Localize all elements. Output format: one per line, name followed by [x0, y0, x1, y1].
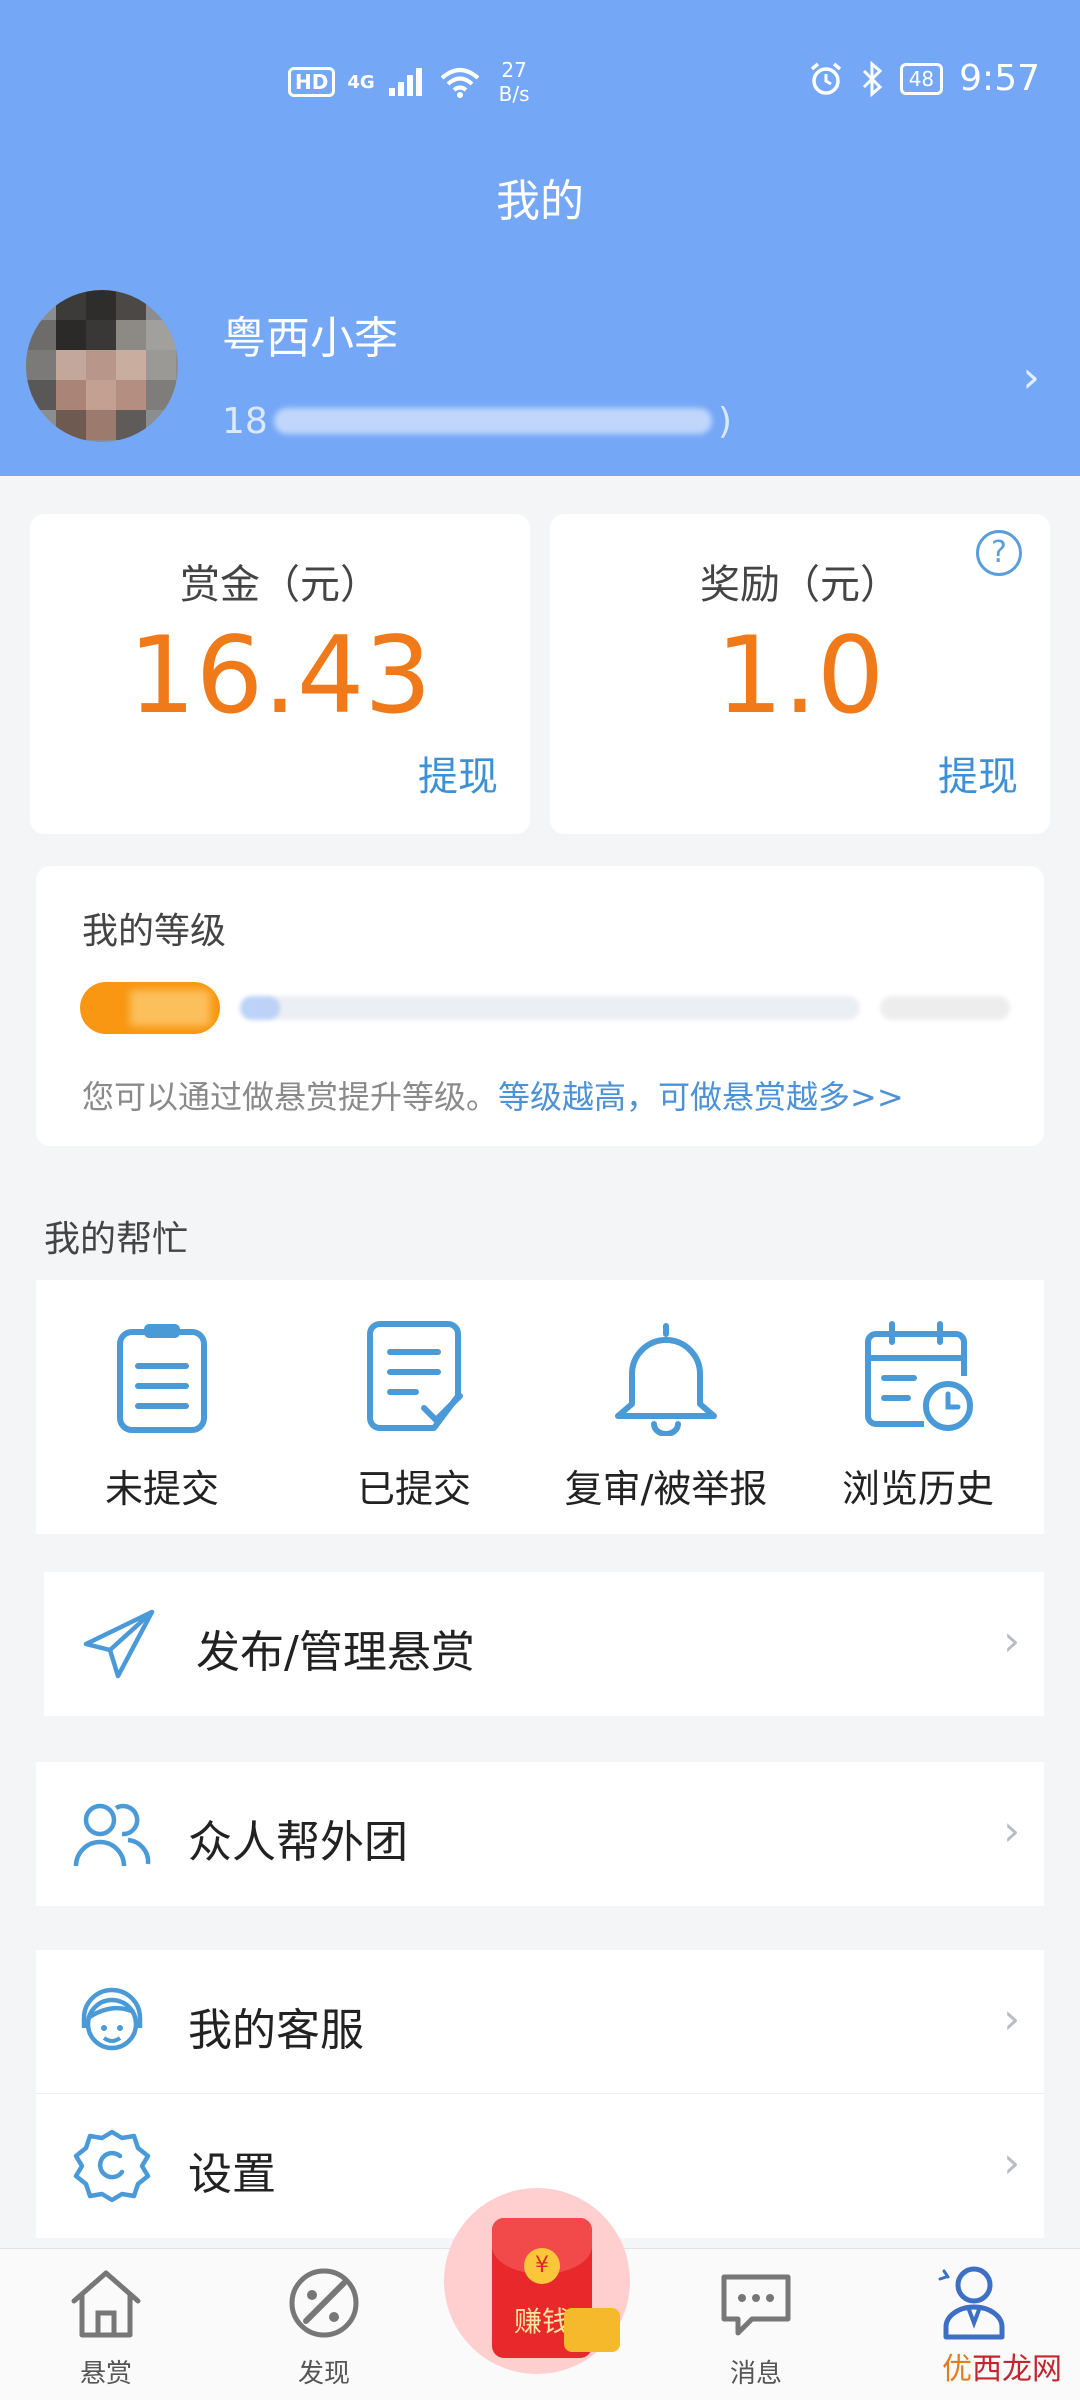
- status-right: 48 9:57: [808, 58, 1040, 99]
- tab-discover[interactable]: 发现: [244, 2249, 404, 2400]
- earn-money-button[interactable]: ¥ 赚钱: [444, 2188, 630, 2374]
- signal-icon: [388, 68, 422, 96]
- profile-icon: [938, 2266, 1005, 2340]
- level-card[interactable]: 我的等级 您可以通过做悬赏提升等级。等级越高，可做悬赏越多>>: [36, 866, 1044, 1146]
- profile-header: HD 4G 27 B/s 48 9:57 我的 粤西小李 18) ›: [0, 0, 1080, 476]
- tab-messages[interactable]: 消息: [676, 2249, 836, 2400]
- phone-suffix: ): [717, 400, 732, 442]
- gear-icon: [73, 2129, 151, 2203]
- coin-icon: ¥: [524, 2248, 560, 2284]
- watermark: 优西龙网: [942, 2344, 1062, 2388]
- tab-label: 消息: [729, 2359, 782, 2389]
- home-icon: [71, 2270, 141, 2338]
- chevron-right-icon: ›: [1003, 2138, 1020, 2187]
- palette-icon: [289, 2268, 359, 2338]
- wifi-icon: [440, 68, 479, 98]
- username: 粤西小李: [222, 313, 398, 364]
- bounty-value: 16.43: [128, 614, 432, 737]
- menu-publish-manage[interactable]: 发布/管理悬赏 ›: [44, 1572, 1044, 1716]
- bounty-withdraw-button[interactable]: 提现: [418, 744, 498, 802]
- level-title: 我的等级: [82, 911, 227, 952]
- grid-item-label: 浏览历史: [841, 1467, 994, 1511]
- level-progress: [80, 980, 1010, 1036]
- menu-label: 我的客服: [188, 2005, 364, 2056]
- tab-bounty[interactable]: 悬赏: [26, 2249, 186, 2400]
- my-help-title: 我的帮忙: [44, 1219, 189, 1260]
- bell-icon: [615, 1323, 717, 1436]
- calendar-clock-icon: [865, 1321, 973, 1431]
- speed-unit: B/s: [498, 82, 530, 106]
- grid-item-review-reported[interactable]: 复审/被举报: [540, 1280, 792, 1534]
- document-check-icon: [367, 1321, 463, 1431]
- users-icon: [73, 1803, 151, 1867]
- level-progress-track: [240, 996, 860, 1020]
- reward-card: ? 奖励（元） 1.0 提现: [550, 514, 1050, 834]
- chevron-right-icon: ›: [1003, 1806, 1020, 1855]
- chevron-right-icon: ›: [1003, 1994, 1020, 2043]
- bounty-card: 赏金（元） 16.43 提现: [30, 514, 530, 834]
- chat-icon: [721, 2274, 791, 2336]
- network-label: 4G: [347, 71, 375, 93]
- page-title: 我的: [496, 176, 584, 227]
- level-tip: 您可以通过做悬赏提升等级。等级越高，可做悬赏越多>>: [82, 1072, 904, 1118]
- level-progress-fill: [240, 996, 280, 1020]
- grid-item-label: 未提交: [104, 1467, 219, 1511]
- reward-withdraw-button[interactable]: 提现: [938, 744, 1018, 802]
- bounty-label: 赏金（元）: [180, 562, 380, 608]
- battery-level: 48: [899, 62, 944, 95]
- grid-item-label: 复审/被举报: [564, 1467, 768, 1511]
- grid-item-submitted[interactable]: 已提交: [288, 1280, 540, 1534]
- menu-label: 发布/管理悬赏: [196, 1627, 475, 1678]
- coin-stack-icon: [564, 2308, 620, 2352]
- menu-outsourcing-team[interactable]: 众人帮外团 ›: [36, 1762, 1044, 1906]
- grid-item-history[interactable]: 浏览历史: [792, 1280, 1044, 1534]
- network-speed: 27 B/s: [499, 58, 530, 106]
- avatar[interactable]: [26, 290, 178, 442]
- watermark-prefix: 优: [942, 2352, 972, 2387]
- clipboard-icon: [117, 1324, 207, 1433]
- level-progress-blur: [880, 996, 1010, 1020]
- level-tip-text: 您可以通过做悬赏提升等级。: [82, 1078, 499, 1116]
- hd-badge: HD: [288, 67, 336, 97]
- clock: 9:57: [959, 58, 1040, 99]
- tab-label: 悬赏: [79, 2359, 132, 2389]
- phone-number-masked: 18 ): [222, 396, 732, 446]
- watermark-text: 西龙网: [972, 2352, 1062, 2387]
- menu-label: 设置: [188, 2149, 276, 2200]
- alarm-icon: [810, 62, 841, 95]
- chevron-right-icon: ›: [1003, 1616, 1020, 1665]
- bluetooth-icon: [862, 60, 882, 97]
- reward-label: 奖励（元）: [700, 562, 900, 608]
- status-left: HD 4G 27 B/s: [288, 58, 530, 106]
- reward-value: 1.0: [715, 614, 885, 737]
- my-help-grid: 未提交 已提交 复审/被举报 浏览历史: [36, 1280, 1044, 1534]
- status-bar: HD 4G 27 B/s 48 9:57: [0, 52, 1080, 108]
- tab-label: 发现: [297, 2359, 350, 2389]
- level-tip-link[interactable]: 等级越高，可做悬赏越多>>: [498, 1078, 904, 1116]
- profile-chevron-icon[interactable]: ›: [1022, 352, 1040, 403]
- menu-customer-service[interactable]: 我的客服 ›: [36, 1950, 1044, 2094]
- phone-prefix: 18: [222, 400, 268, 442]
- menu-label: 众人帮外团: [188, 1817, 408, 1868]
- grid-item-label: 已提交: [356, 1467, 471, 1511]
- paper-plane-icon: [83, 1609, 155, 1679]
- phone-blur-bar: [273, 408, 712, 434]
- customer-service-icon: [81, 1987, 143, 2051]
- speed-value: 27: [501, 58, 527, 82]
- grid-item-unsubmitted[interactable]: 未提交: [36, 1280, 288, 1534]
- level-badge-blur: [130, 990, 210, 1026]
